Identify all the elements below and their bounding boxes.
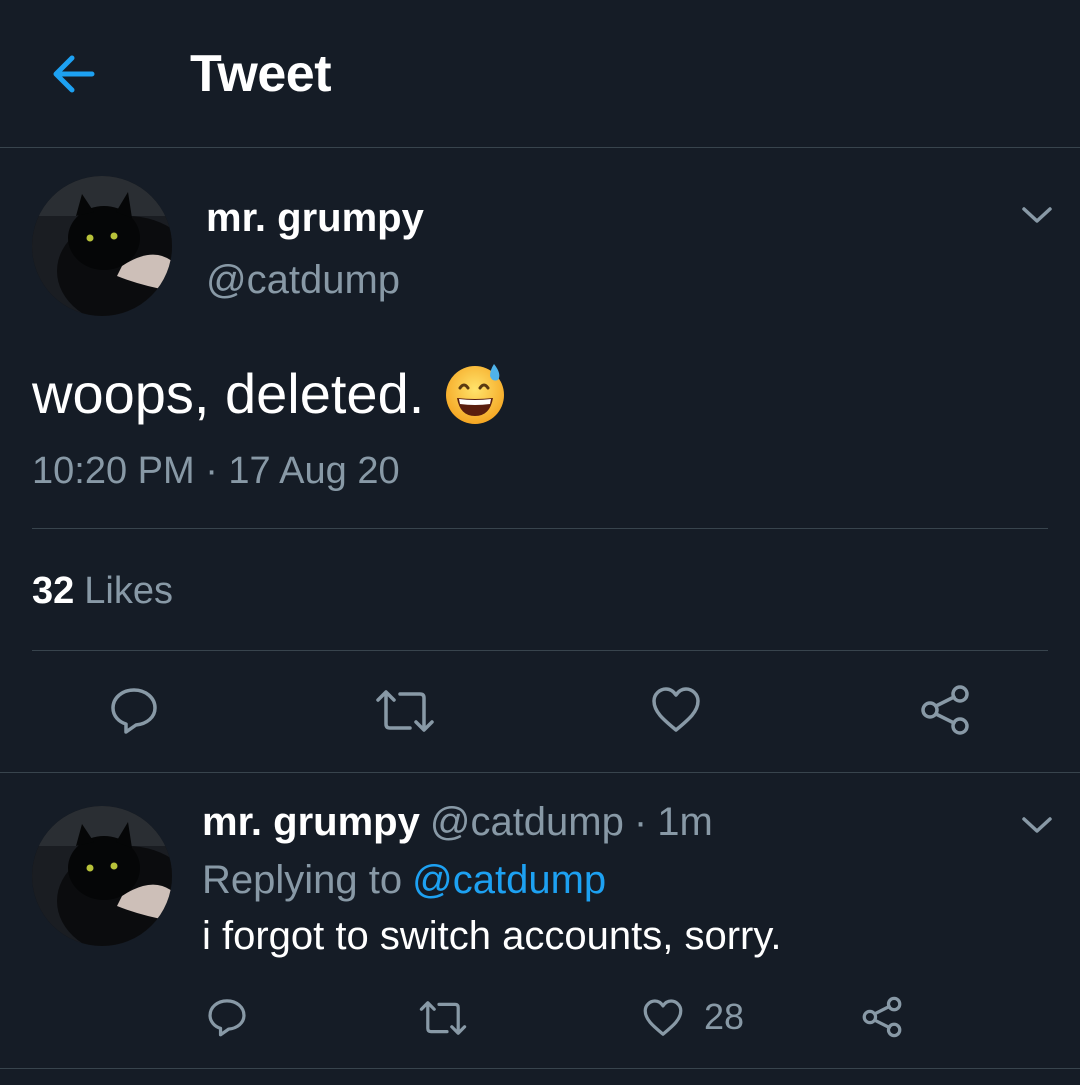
separator-dot: · — [633, 800, 648, 844]
share-icon[interactable] — [918, 684, 972, 736]
replying-prefix: Replying to — [202, 858, 403, 902]
likes-label: Likes — [84, 570, 173, 612]
reply-time[interactable]: 1m — [657, 800, 713, 844]
tweet-timestamp[interactable]: 10:20 PM · 17 Aug 20 — [32, 450, 400, 493]
top-app-bar: Tweet — [0, 0, 1080, 148]
likes-summary[interactable]: 32 Likes — [32, 570, 173, 613]
replying-to: Replying to @catdump — [202, 858, 606, 903]
likes-count: 32 — [32, 570, 75, 612]
like-icon[interactable] — [650, 686, 702, 734]
share-icon[interactable] — [860, 996, 904, 1038]
avatar[interactable] — [32, 176, 172, 316]
reply-author-display-name[interactable]: mr. grumpy — [202, 800, 420, 844]
reply-icon[interactable] — [206, 996, 248, 1038]
chevron-down-icon[interactable] — [1020, 814, 1054, 836]
reply-like-count: 28 — [704, 996, 745, 1037]
reply-author-handle[interactable]: @catdump — [430, 800, 624, 844]
author-display-name[interactable]: mr. grumpy — [206, 196, 424, 241]
retweet-icon[interactable] — [374, 686, 436, 736]
grinning-face-with-sweat-icon — [442, 360, 508, 426]
replying-mention-link[interactable]: @catdump — [412, 858, 606, 902]
divider — [32, 528, 1048, 529]
arrow-left-icon[interactable] — [48, 50, 100, 98]
chevron-down-icon[interactable] — [1020, 204, 1054, 226]
reply-avatar[interactable] — [32, 806, 172, 946]
page-title: Tweet — [190, 45, 332, 103]
reply-header: mr. grumpy @catdump · 1m — [202, 800, 713, 845]
retweet-icon[interactable] — [418, 998, 468, 1038]
author-handle[interactable]: @catdump — [206, 258, 400, 303]
tweet-text-content: woops, deleted. — [32, 361, 425, 425]
divider — [0, 1068, 1080, 1069]
reply-icon[interactable] — [108, 684, 160, 736]
like-icon[interactable] — [642, 998, 684, 1038]
divider — [32, 650, 1048, 651]
tweet-text: woops, deleted. — [32, 360, 508, 426]
divider — [0, 772, 1080, 773]
reply-tweet-text: i forgot to switch accounts, sorry. — [202, 914, 782, 958]
